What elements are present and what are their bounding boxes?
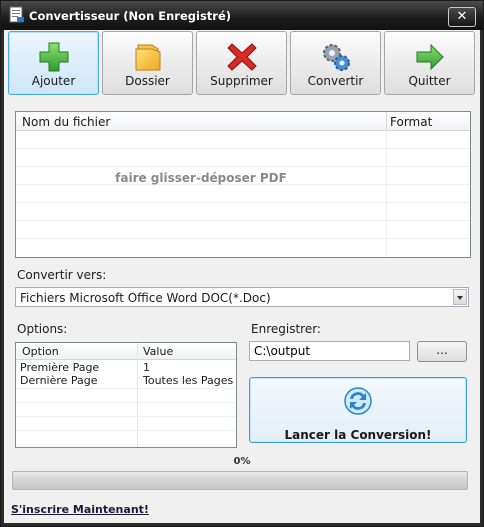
options-header: Option Value (16, 343, 236, 360)
delete-button[interactable]: Supprimer (196, 31, 287, 95)
folder-icon (135, 44, 160, 71)
format-select[interactable]: Fichiers Microsoft Office Word DOC(*.Doc… (15, 287, 469, 307)
title-bar[interactable]: Convertisseur (Non Enregistré) ✕ (1, 1, 483, 30)
convert-toolbar-button[interactable]: Convertir (290, 31, 381, 95)
output-path-input[interactable] (249, 341, 410, 361)
column-format[interactable]: Format (390, 115, 432, 129)
close-button[interactable]: ✕ (448, 7, 476, 27)
options-label: Options: (17, 322, 68, 336)
column-filename[interactable]: Nom du fichier (22, 115, 110, 129)
folder-button-label: Dossier (125, 74, 170, 88)
file-list[interactable]: Nom du fichier Format faire glisser-dépo… (15, 111, 471, 258)
main-panel: Ajouter Dossier Supprimer Convertir Quit… (4, 30, 480, 523)
convert-to-label: Convertir vers: (17, 268, 107, 282)
column-option[interactable]: Option (22, 345, 59, 358)
progress-bar (12, 471, 468, 490)
add-button[interactable]: Ajouter (8, 31, 99, 95)
progress-text: 0% (233, 456, 251, 467)
start-conversion-button[interactable]: Lancer la Conversion! (249, 377, 467, 443)
option-value[interactable]: 1 (143, 361, 150, 374)
convert-toolbar-label: Convertir (307, 74, 364, 88)
drop-hint: faire glisser-déposer PDF (115, 171, 287, 185)
register-link[interactable]: S'inscrire Maintenant! (11, 503, 149, 516)
exit-arrow-icon (416, 43, 444, 71)
table-row[interactable]: Dernière Page Toutes les Pages (16, 374, 236, 387)
start-conversion-label: Lancer la Conversion! (284, 428, 432, 442)
quit-button[interactable]: Quitter (384, 31, 475, 95)
gears-icon (322, 44, 350, 71)
window-title: Convertisseur (Non Enregistré) (29, 9, 232, 23)
option-name: Dernière Page (20, 374, 98, 387)
option-value[interactable]: Toutes les Pages (143, 374, 233, 387)
options-table[interactable]: Option Value Première Page 1 Dernière Pa… (15, 342, 237, 448)
quit-button-label: Quitter (408, 74, 451, 88)
add-button-label: Ajouter (31, 74, 76, 88)
option-name: Première Page (20, 361, 100, 374)
app-window: Convertisseur (Non Enregistré) ✕ Ajouter… (0, 0, 484, 527)
toolbar: Ajouter Dossier Supprimer Convertir Quit… (8, 31, 476, 97)
output-label: Enregistrer: (251, 322, 321, 336)
delete-button-label: Supprimer (210, 74, 273, 88)
browse-button[interactable]: ... (417, 341, 467, 362)
chevron-down-icon[interactable] (453, 289, 467, 305)
convert-arrows-icon (344, 387, 372, 415)
folder-button[interactable]: Dossier (102, 31, 193, 95)
file-list-header: Nom du fichier Format (16, 112, 470, 131)
plus-icon (39, 42, 68, 72)
delete-x-icon (226, 43, 257, 71)
app-document-icon (9, 6, 24, 23)
column-value[interactable]: Value (143, 345, 173, 358)
format-select-value: Fichiers Microsoft Office Word DOC(*.Doc… (20, 291, 271, 305)
table-row[interactable]: Première Page 1 (16, 361, 236, 374)
